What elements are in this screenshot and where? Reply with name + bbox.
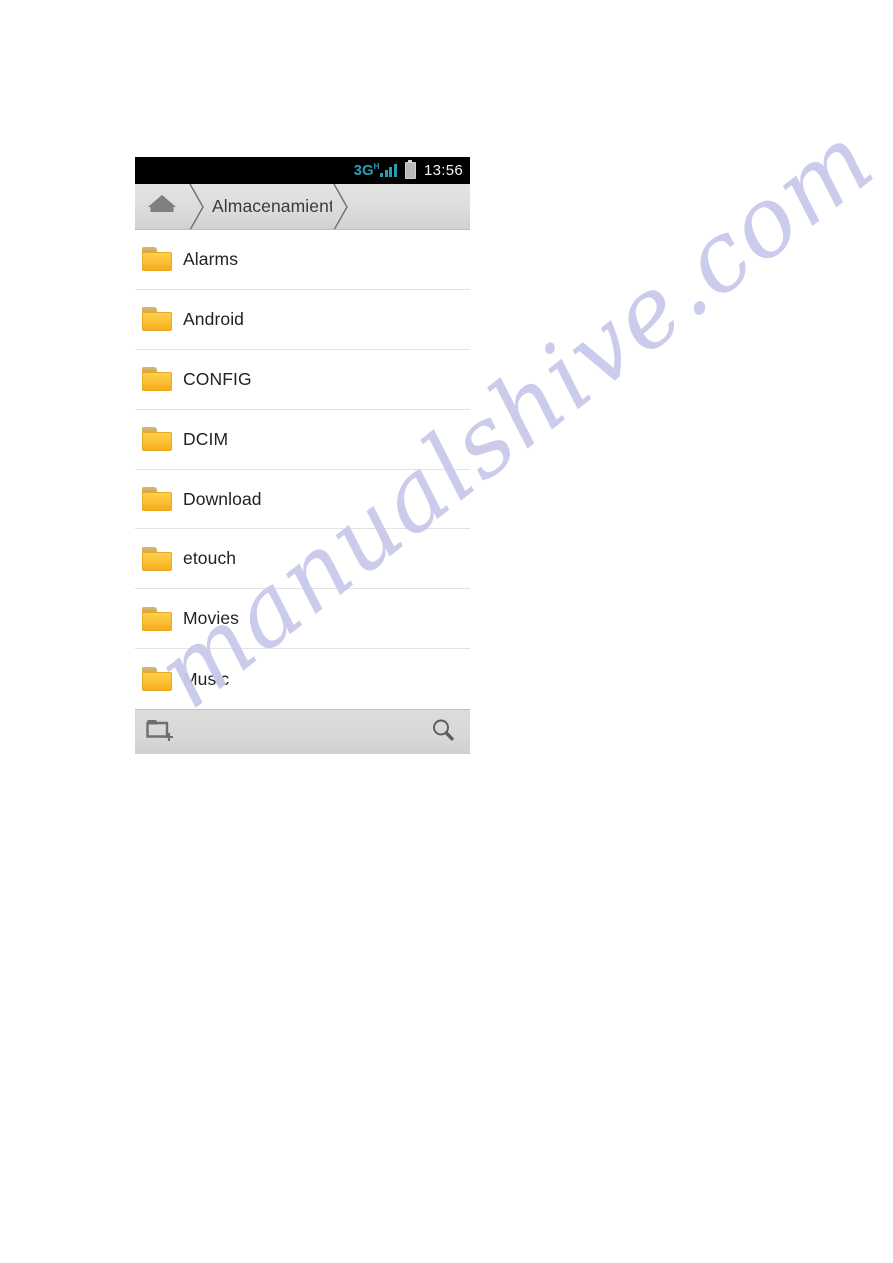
list-item[interactable]: Download [135,470,470,530]
list-item[interactable]: etouch [135,529,470,590]
folder-icon [142,307,172,332]
folder-icon [142,667,172,692]
battery-icon [404,160,416,179]
breadcrumb-separator-1 [188,184,205,229]
breadcrumb: Almacenamiento [135,184,470,230]
status-bar: 3GH 13:56 [135,157,470,184]
list-item-label: Android [183,308,245,329]
folder-icon [142,487,172,511]
breadcrumb-empty-space [349,184,470,229]
breadcrumb-separator-2 [332,184,349,229]
folder-icon [142,427,172,452]
list-item-label: CONFIG [183,368,252,389]
new-folder-button[interactable] [146,717,176,748]
new-folder-icon [146,717,176,748]
list-item-label: etouch [183,548,237,569]
signal-strength-icon [380,164,397,177]
search-button[interactable] [430,717,456,748]
folder-icon [142,247,172,272]
bottom-toolbar [135,709,470,754]
list-item[interactable]: CONFIG [135,350,470,410]
list-item[interactable]: Music [135,649,470,709]
folder-icon [142,546,172,571]
list-item[interactable]: DCIM [135,410,470,470]
phone-screen: 3GH 13:56 Almacenamiento Alarms Android … [135,157,470,754]
network-type-label: 3GH [353,162,380,179]
folder-icon [142,606,172,631]
breadcrumb-home-button[interactable] [135,184,188,229]
search-icon [430,717,456,748]
breadcrumb-path-label[interactable]: Almacenamiento [205,184,332,229]
list-item-label: DCIM [183,428,229,449]
file-list[interactable]: Alarms Android CONFIG DCIM Download etou… [135,230,470,709]
list-item-label: Download [183,488,262,509]
folder-icon [142,367,172,392]
clock-label: 13:56 [423,162,463,179]
list-item-label: Alarms [183,248,239,269]
list-item-label: Music [183,668,230,689]
list-item[interactable]: Android [135,290,470,350]
list-item[interactable]: Movies [135,589,470,650]
list-item[interactable]: Alarms [135,230,470,290]
home-icon [147,193,177,220]
list-item-label: Movies [183,608,240,629]
